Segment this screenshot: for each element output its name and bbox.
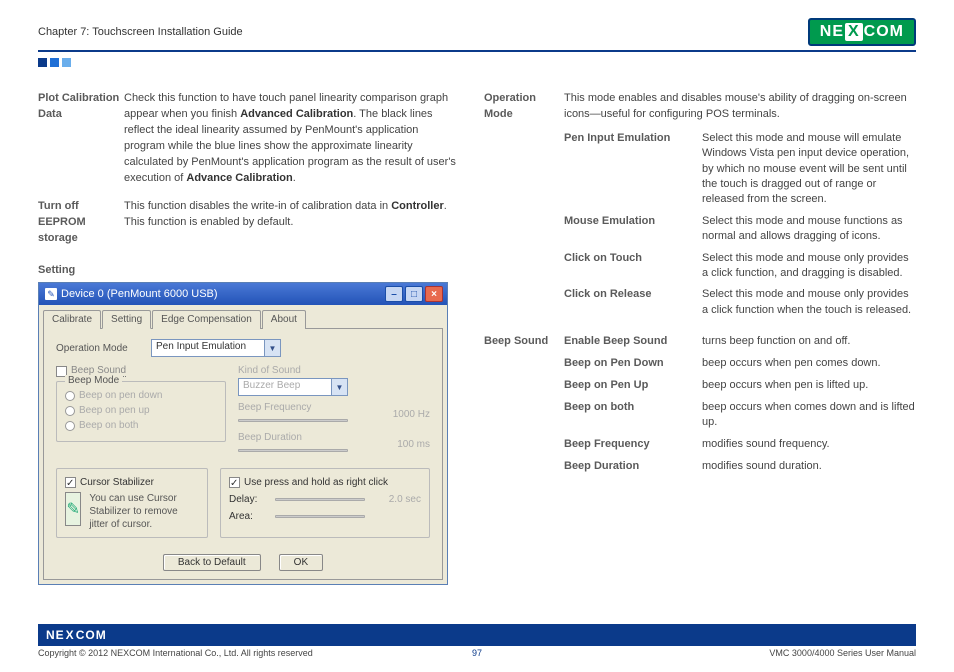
desc-beep-pen-down: beep occurs when pen comes down.	[702, 356, 916, 372]
dialog-titlebar: ✎ Device 0 (PenMount 6000 USB) – □ ×	[39, 283, 447, 305]
freq-label: Beep Frequency	[238, 402, 374, 413]
copyright: Copyright © 2012 NEXCOM International Co…	[38, 648, 313, 658]
minimize-button[interactable]: –	[385, 286, 403, 302]
term-beep-pen-up: Beep on Pen Up	[564, 378, 702, 394]
term-beep-duration: Beep Duration	[564, 459, 702, 475]
desc-beep-both: beep occurs when comes down and is lifte…	[702, 400, 916, 431]
term-click-on-release: Click on Release	[564, 287, 702, 318]
tab-setting[interactable]: Setting	[102, 310, 151, 329]
delay-label: Delay:	[229, 494, 269, 505]
term-eeprom: Turn off EEPROM storage	[38, 199, 124, 247]
close-button[interactable]: ×	[425, 286, 443, 302]
term-click-on-touch: Click on Touch	[564, 251, 702, 282]
header-rule	[38, 50, 916, 52]
term-beep-sound: Beep Sound	[484, 334, 564, 480]
manual-name: VMC 3000/4000 Series User Manual	[769, 648, 916, 658]
term-pen-input-emulation: Pen Input Emulation	[564, 131, 702, 208]
desc-beep-frequency: modifies sound frequency.	[702, 437, 916, 453]
chapter-title: Chapter 7: Touchscreen Installation Guid…	[38, 26, 243, 38]
desc-operation-mode: This mode enables and disables mouse's a…	[564, 91, 916, 123]
tab-edge-compensation[interactable]: Edge Compensation	[152, 310, 261, 329]
term-beep-pen-down: Beep on Pen Down	[564, 356, 702, 372]
setting-heading: Setting	[38, 264, 458, 276]
desc-click-on-touch: Select this mode and mouse only provides…	[702, 251, 916, 282]
opt-pen-down: Beep on pen down	[79, 390, 162, 401]
desc-click-on-release: Select this mode and mouse only provides…	[702, 287, 916, 318]
page-number: 97	[472, 648, 482, 658]
right-click-label: Use press and hold as right click	[244, 477, 388, 488]
desc-mouse-emulation: Select this mode and mouse functions as …	[702, 214, 916, 245]
term-plot-calibration: Plot Calibration Data	[38, 91, 124, 187]
settings-dialog: ✎ Device 0 (PenMount 6000 USB) – □ × Cal…	[38, 282, 448, 585]
opt-both: Beep on both	[79, 420, 139, 431]
term-mouse-emulation: Mouse Emulation	[564, 214, 702, 245]
logo-part-2: X	[845, 23, 863, 41]
desc-plot-calibration: Check this function to have touch panel …	[124, 91, 458, 187]
operation-mode-label: Operation Mode	[56, 343, 151, 354]
dur-slider[interactable]	[238, 449, 348, 452]
operation-mode-combo[interactable]: Pen Input Emulation ▼	[151, 339, 281, 357]
footer-bar: NEXCOM	[38, 624, 916, 646]
radio-pen-down[interactable]	[65, 391, 75, 401]
kind-of-sound-label: Kind of Sound	[238, 365, 430, 376]
freq-slider[interactable]	[238, 419, 348, 422]
term-beep-frequency: Beep Frequency	[564, 437, 702, 453]
dialog-tabs: Calibrate Setting Edge Compensation Abou…	[39, 305, 447, 328]
cursor-stabilizer-checkbox[interactable]: ✓	[65, 477, 76, 488]
term-enable-beep: Enable Beep Sound	[564, 334, 702, 350]
opt-pen-up: Beep on pen up	[79, 405, 150, 416]
freq-value: 1000 Hz	[380, 409, 430, 420]
logo-part-1: NE	[820, 23, 844, 41]
chevron-down-icon[interactable]: ▼	[264, 340, 280, 356]
delay-value: 2.0 sec	[371, 494, 421, 505]
footer-logo: NEXCOM	[46, 628, 107, 642]
desc-beep-pen-up: beep occurs when pen is lifted up.	[702, 378, 916, 394]
desc-beep-duration: modifies sound duration.	[702, 459, 916, 475]
desc-pen-input-emulation: Select this mode and mouse will emulate …	[702, 131, 916, 208]
term-beep-both: Beep on both	[564, 400, 702, 431]
pen-icon: ✎	[45, 288, 57, 300]
desc-enable-beep: turns beep function on and off.	[702, 334, 916, 350]
tab-calibrate[interactable]: Calibrate	[43, 310, 101, 329]
radio-pen-up[interactable]	[65, 406, 75, 416]
tab-about[interactable]: About	[262, 310, 306, 329]
logo-part-3: COM	[864, 23, 904, 41]
back-to-default-button[interactable]: Back to Default	[163, 554, 261, 571]
maximize-button[interactable]: □	[405, 286, 423, 302]
brand-logo: NEXCOM	[808, 18, 916, 46]
dur-label: Beep Duration	[238, 432, 374, 443]
chevron-down-icon[interactable]: ▼	[331, 379, 347, 395]
dialog-title: Device 0 (PenMount 6000 USB)	[61, 288, 218, 300]
kind-of-sound-value: Buzzer Beep	[239, 379, 331, 395]
delay-slider[interactable]	[275, 498, 365, 501]
beep-mode-group-label: Beep Mode	[65, 375, 122, 386]
area-label: Area:	[229, 511, 269, 522]
dur-value: 100 ms	[380, 439, 430, 450]
radio-both[interactable]	[65, 421, 75, 431]
pen-cursor-icon: ✎	[65, 492, 81, 526]
right-click-checkbox[interactable]: ✓	[229, 477, 240, 488]
kind-of-sound-combo[interactable]: Buzzer Beep ▼	[238, 378, 348, 396]
term-operation-mode: Operation Mode	[484, 91, 564, 324]
cursor-stabilizer-hint: You can use Cursor Stabilizer to remove …	[89, 492, 199, 531]
cursor-stabilizer-label: Cursor Stabilizer	[80, 477, 154, 488]
ok-button[interactable]: OK	[279, 554, 323, 571]
desc-eeprom: This function disables the write-in of c…	[124, 199, 458, 247]
area-slider[interactable]	[275, 515, 365, 518]
operation-mode-value: Pen Input Emulation	[152, 340, 264, 356]
decorative-squares	[38, 58, 916, 67]
